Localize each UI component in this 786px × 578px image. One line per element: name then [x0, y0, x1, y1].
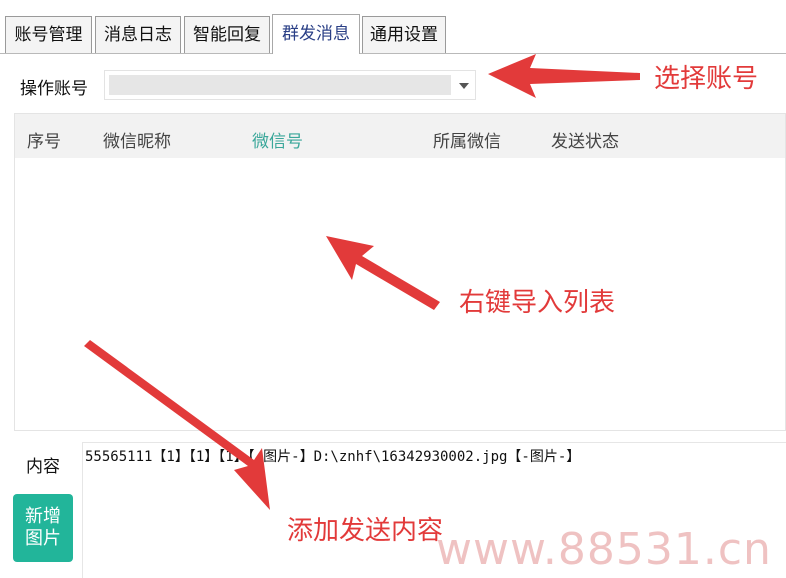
arrow-to-account-select: [488, 54, 640, 98]
annotation-select-account: 选择账号: [654, 64, 759, 94]
arrow-to-content: [84, 340, 270, 510]
annotation-add-content: 添加发送内容: [287, 516, 444, 546]
watermark: www.88531.cn: [436, 524, 772, 575]
annotation-import-list: 右键导入列表: [459, 288, 616, 318]
arrow-to-list: [326, 236, 440, 310]
